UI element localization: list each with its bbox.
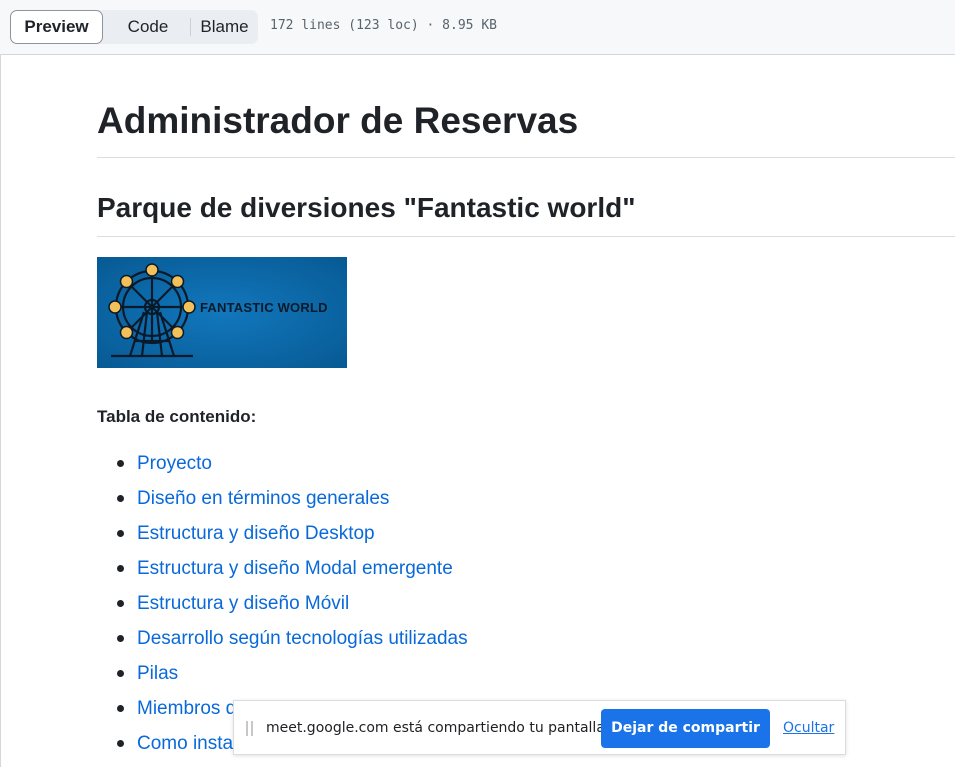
toc-item: Estructura y diseño Modal emergente [97, 554, 468, 589]
bullet [117, 635, 124, 642]
toc-link-movil[interactable]: Estructura y diseño Móvil [137, 593, 349, 614]
toc-item: Desarrollo según tecnologías utilizadas [97, 624, 468, 659]
section-divider [97, 236, 955, 237]
view-mode-switcher: Preview Code Blame [10, 10, 258, 44]
toc-item: Estructura y diseño Móvil [97, 589, 468, 624]
file-toolbar: Preview Code Blame 172 lines (123 loc) ·… [0, 0, 955, 55]
drag-handle[interactable] [246, 721, 254, 736]
toc-heading: Tabla de contenido: [97, 407, 257, 426]
hide-link[interactable]: Ocultar [783, 720, 834, 736]
toc-link-pilas[interactable]: Pilas [137, 663, 178, 684]
toc-link-diseno-general[interactable]: Diseño en términos generales [137, 488, 389, 509]
toc-link-desktop[interactable]: Estructura y diseño Desktop [137, 523, 375, 544]
tab-code[interactable]: Code [106, 10, 190, 44]
bullet [117, 495, 124, 502]
section-heading: Parque de diversiones "Fantastic world" [97, 192, 636, 223]
toc-link-modal[interactable]: Estructura y diseño Modal emergente [137, 558, 453, 579]
readme-content: Administrador de Reservas Parque de dive… [0, 55, 955, 767]
toc-item: Pilas [97, 659, 468, 694]
page-title: Administrador de Reservas [97, 100, 579, 141]
toc-item: Estructura y diseño Desktop [97, 519, 468, 554]
github-file-view: Preview Code Blame 172 lines (123 loc) ·… [0, 0, 955, 767]
tab-blame[interactable]: Blame [191, 10, 258, 44]
title-divider [97, 157, 955, 158]
bullet [117, 460, 124, 467]
bullet [117, 740, 124, 747]
toc-item: Diseño en términos generales [97, 484, 468, 519]
tab-preview[interactable]: Preview [10, 10, 103, 44]
fantastic-world-logo[interactable]: FANTASTIC WORLD [97, 257, 347, 368]
stop-sharing-button[interactable]: Dejar de compartir [601, 709, 770, 748]
file-stats: 172 lines (123 loc) · 8.95 KB [270, 18, 497, 33]
bullet [117, 670, 124, 677]
bullet [117, 530, 124, 537]
toc-item: Proyecto [97, 449, 468, 484]
screen-share-notification: meet.google.com está compartiendo tu pan… [233, 700, 846, 755]
share-message: meet.google.com está compartiendo tu pan… [266, 720, 610, 736]
logo-text: FANTASTIC WORLD [200, 300, 328, 315]
toc-link-proyecto[interactable]: Proyecto [137, 453, 212, 474]
bullet [117, 565, 124, 572]
toc-link-tecnologias[interactable]: Desarrollo según tecnologías utilizadas [137, 628, 468, 649]
bullet [117, 705, 124, 712]
bullet [117, 600, 124, 607]
